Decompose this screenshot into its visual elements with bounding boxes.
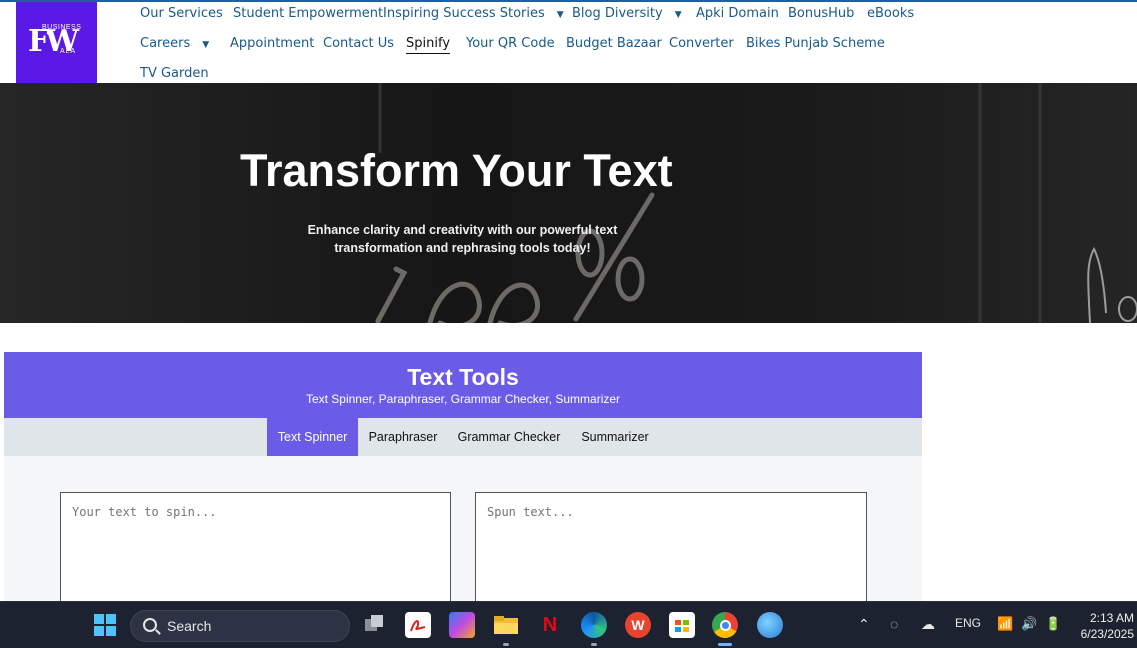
windows-taskbar: Search N W ⌃ ◌ ☁ ENG 📶 🔊 🔋 2:13 AM 6/23/… bbox=[0, 601, 1137, 648]
spin-input-textarea[interactable] bbox=[60, 492, 451, 604]
cloud-icon[interactable]: ☁ bbox=[921, 616, 935, 633]
volume-icon[interactable]: 🔊 bbox=[1021, 616, 1037, 632]
nav-spinify[interactable]: Spinify bbox=[406, 36, 451, 54]
tab-grammar-checker[interactable]: Grammar Checker bbox=[448, 418, 570, 456]
logo-text-bottom: ALA bbox=[60, 48, 77, 55]
chevron-up-icon[interactable]: ⌃ bbox=[858, 616, 870, 633]
clock-date: 6/23/2025 bbox=[1080, 627, 1134, 641]
chevron-down-icon: ▼ bbox=[674, 10, 682, 20]
nav-careers-label: Careers bbox=[140, 36, 191, 51]
nav-blog-diversity-label: Blog Diversity bbox=[572, 6, 663, 21]
store-icon[interactable] bbox=[669, 612, 695, 638]
battery-icon[interactable]: 🔋 bbox=[1045, 616, 1061, 632]
nav-student-empowerment[interactable]: Student Empowerment bbox=[233, 6, 383, 21]
nav-your-qr-code[interactable]: Your QR Code bbox=[466, 36, 555, 51]
chevron-down-icon: ▼ bbox=[202, 40, 210, 50]
windows-start-icon[interactable] bbox=[92, 612, 118, 638]
running-indicator bbox=[591, 643, 597, 646]
edge-icon[interactable] bbox=[581, 612, 607, 638]
clock-time: 2:13 AM bbox=[1089, 611, 1134, 625]
nav-budget-bazaar[interactable]: Budget Bazaar bbox=[566, 36, 662, 51]
language-indicator[interactable]: ENG bbox=[955, 616, 981, 630]
tool-tabs: Text Spinner Paraphraser Grammar Checker… bbox=[4, 418, 922, 456]
hero-banner: Transform Your Text Enhance clarity and … bbox=[0, 83, 1137, 323]
hero-title: Transform Your Text bbox=[240, 145, 673, 196]
pdf-icon[interactable] bbox=[405, 612, 431, 638]
nav-appointment[interactable]: Appointment bbox=[230, 36, 314, 51]
file-explorer-icon[interactable] bbox=[493, 612, 519, 638]
text-tools-panel: Text Tools Text Spinner, Paraphraser, Gr… bbox=[4, 352, 922, 604]
tab-summarizer[interactable]: Summarizer bbox=[570, 418, 660, 456]
nav-bikes-punjab-scheme[interactable]: Bikes Punjab Scheme bbox=[746, 36, 885, 51]
copilot-icon[interactable] bbox=[449, 612, 475, 638]
sync-icon[interactable]: ◌ bbox=[890, 616, 898, 632]
text-tools-header: Text Tools Text Spinner, Paraphraser, Gr… bbox=[4, 352, 922, 418]
wps-icon[interactable]: W bbox=[625, 612, 651, 638]
nav-inspiring-success-stories[interactable]: Inspiring Success Stories ▼ bbox=[383, 6, 564, 21]
nav-careers[interactable]: Careers ▼ bbox=[140, 36, 209, 51]
system-clock[interactable]: 2:13 AM 6/23/2025 bbox=[1072, 610, 1134, 642]
nav-our-services[interactable]: Our Services bbox=[140, 6, 223, 21]
netflix-icon[interactable]: N bbox=[537, 612, 563, 638]
task-view-icon[interactable] bbox=[361, 612, 387, 638]
hero-subtitle: Enhance clarity and creativity with our … bbox=[307, 223, 618, 255]
text-tools-subtitle: Text Spinner, Paraphraser, Grammar Check… bbox=[305, 392, 621, 406]
nav-inspiring-success-stories-label: Inspiring Success Stories bbox=[383, 6, 545, 21]
spin-output-textarea[interactable] bbox=[475, 492, 867, 604]
paint-icon[interactable] bbox=[757, 612, 783, 638]
tab-text-spinner[interactable]: Text Spinner bbox=[267, 418, 358, 456]
running-indicator bbox=[503, 643, 509, 646]
nav-contact-us[interactable]: Contact Us bbox=[323, 36, 394, 51]
nav-apki-domain[interactable]: Apki Domain bbox=[696, 6, 779, 21]
nav-bonushub[interactable]: BonusHub bbox=[788, 6, 854, 21]
site-header: BUSINESS FW ALA Our Services Student Emp… bbox=[0, 2, 1137, 83]
search-icon bbox=[143, 618, 157, 632]
hero-neon-decoration bbox=[375, 83, 1137, 323]
site-logo[interactable]: BUSINESS FW ALA bbox=[16, 2, 97, 83]
wifi-icon[interactable]: 📶 bbox=[997, 616, 1013, 632]
taskbar-search-label: Search bbox=[167, 618, 212, 634]
text-tools-title: Text Tools bbox=[407, 364, 519, 390]
nav-blog-diversity[interactable]: Blog Diversity ▼ bbox=[572, 6, 682, 21]
chrome-icon[interactable] bbox=[712, 612, 738, 638]
taskbar-search-box[interactable]: Search bbox=[130, 610, 350, 642]
nav-tv-garden[interactable]: TV Garden bbox=[140, 66, 209, 81]
nav-ebooks[interactable]: eBooks bbox=[867, 6, 914, 21]
chevron-down-icon: ▼ bbox=[556, 10, 564, 20]
nav-converter[interactable]: Converter bbox=[669, 36, 734, 51]
tab-paraphraser[interactable]: Paraphraser bbox=[358, 418, 448, 456]
running-indicator-active bbox=[718, 643, 732, 646]
